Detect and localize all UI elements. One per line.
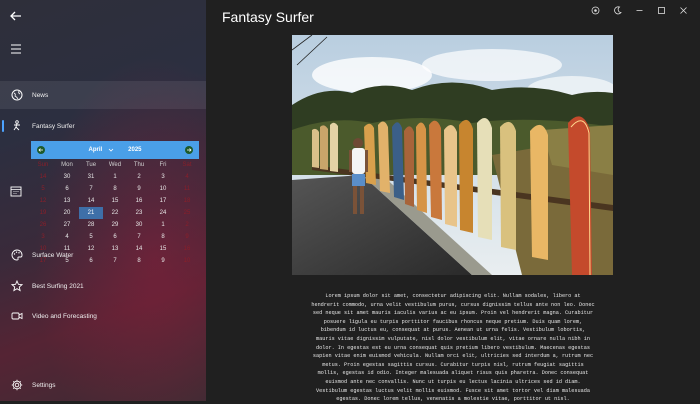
globe-icon: [10, 88, 24, 102]
nav-item-news[interactable]: News: [0, 81, 206, 109]
calendar-day[interactable]: 3: [151, 171, 175, 183]
calendar-day[interactable]: 19: [31, 207, 55, 219]
surf-photo: [292, 35, 613, 275]
selection-indicator: [2, 120, 4, 132]
navigation-pane: News Fantasy Surfer April 2025 Sun Mon T…: [0, 0, 206, 401]
calendar-day[interactable]: 21: [79, 207, 103, 219]
video-icon: [10, 309, 24, 323]
month-year-selector[interactable]: April 2025: [88, 147, 141, 153]
nav-item-best-surfing[interactable]: Best Surfing 2021: [0, 272, 206, 300]
calendar-day[interactable]: 26: [31, 219, 55, 231]
next-month-button[interactable]: [185, 146, 193, 154]
calendar-day[interactable]: 2: [175, 219, 199, 231]
calendar-day[interactable]: 4: [175, 171, 199, 183]
day-of-week-header: Tue: [85, 162, 97, 168]
palette-icon: [10, 248, 24, 262]
maximize-button[interactable]: [650, 4, 672, 16]
calendar-day[interactable]: 14: [79, 195, 103, 207]
calendar-day[interactable]: 17: [151, 195, 175, 207]
calendar-day[interactable]: 1: [151, 219, 175, 231]
arrow-right-icon: [187, 148, 192, 152]
calendar-day[interactable]: 1: [103, 171, 127, 183]
arrow-left-icon: [10, 11, 21, 21]
calendar-day[interactable]: 31: [79, 171, 103, 183]
calendar-day[interactable]: 10: [151, 183, 175, 195]
nav-item-settings[interactable]: Settings: [0, 371, 206, 399]
calendar-day[interactable]: 13: [55, 195, 79, 207]
article-body: Lorem ipsum dolor sit amet, consectetur …: [311, 293, 595, 403]
calendar-day[interactable]: 28: [79, 219, 103, 231]
hamburger-icon: [11, 44, 21, 54]
previous-month-button[interactable]: [37, 146, 45, 154]
calendar-day[interactable]: 7: [79, 183, 103, 195]
chevron-down-icon: [108, 148, 114, 152]
minimize-button[interactable]: [628, 4, 650, 16]
calendar-day[interactable]: 25: [175, 207, 199, 219]
calendar-day[interactable]: 20: [55, 207, 79, 219]
day-of-week-header: Sat: [182, 162, 192, 168]
calendar-icon[interactable]: [10, 184, 22, 197]
day-of-week-header: Thu: [133, 162, 145, 168]
help-button[interactable]: [584, 4, 606, 16]
calendar-day[interactable]: 27: [55, 219, 79, 231]
close-icon: [679, 6, 687, 14]
calendar-day[interactable]: 9: [127, 183, 151, 195]
month-label: April: [88, 147, 103, 153]
day-of-week-header: Wed: [108, 162, 122, 168]
close-button[interactable]: [672, 4, 694, 16]
nav-item-label: Best Surfing 2021: [32, 282, 84, 290]
calendar-day[interactable]: 5: [31, 183, 55, 195]
nav-item-label: Surface Water: [32, 251, 74, 259]
calendar-day[interactable]: 15: [103, 195, 127, 207]
year-label: 2025: [128, 147, 142, 153]
moon-icon: [613, 5, 622, 14]
calendar-day[interactable]: 29: [103, 219, 127, 231]
nav-item-label: News: [32, 91, 49, 99]
nav-item-surface-water[interactable]: Surface Water: [0, 241, 206, 269]
calendar-day[interactable]: 24: [151, 207, 175, 219]
day-of-week-header: Fri: [159, 162, 167, 168]
calendar-day[interactable]: 11: [175, 183, 199, 195]
theme-toggle-button[interactable]: [606, 4, 628, 16]
calendar-day[interactable]: 22: [103, 207, 127, 219]
calendar-day[interactable]: 30: [127, 219, 151, 231]
calendar-day[interactable]: 8: [103, 183, 127, 195]
calendar-day[interactable]: 2: [127, 171, 151, 183]
calendar-day[interactable]: 30: [55, 171, 79, 183]
menu-toggle-button[interactable]: [8, 42, 24, 56]
star-icon: [10, 279, 24, 293]
calendar-day[interactable]: 16: [127, 195, 151, 207]
calendar-day[interactable]: 18: [175, 195, 199, 207]
arrow-left-icon: [38, 148, 43, 152]
minimize-icon: [636, 9, 642, 11]
calendar-header: April 2025: [31, 141, 199, 159]
back-button[interactable]: [6, 6, 26, 26]
calendar-day[interactable]: 12: [31, 195, 55, 207]
gear-icon: [10, 378, 24, 392]
nav-item-label: Fantasy Surfer: [32, 122, 75, 130]
day-of-week-header: Sun: [37, 162, 49, 168]
day-of-week-header: Mon: [61, 162, 73, 168]
nav-item-video-forecasting[interactable]: Video and Forecasting: [0, 302, 206, 330]
target-icon: [591, 6, 599, 14]
nav-item-label: Settings: [32, 381, 56, 389]
nav-item-fantasy-surfer[interactable]: Fantasy Surfer: [0, 112, 206, 140]
maximize-icon: [657, 6, 665, 14]
calendar-day[interactable]: 23: [127, 207, 151, 219]
titlebar-controls: [584, 4, 694, 16]
nav-item-label: Video and Forecasting: [32, 312, 97, 320]
page-title: Fantasy Surfer: [222, 9, 314, 25]
calendar-day[interactable]: 14: [31, 171, 55, 183]
calendar-day[interactable]: 6: [55, 183, 79, 195]
surfer-icon: [10, 119, 24, 133]
